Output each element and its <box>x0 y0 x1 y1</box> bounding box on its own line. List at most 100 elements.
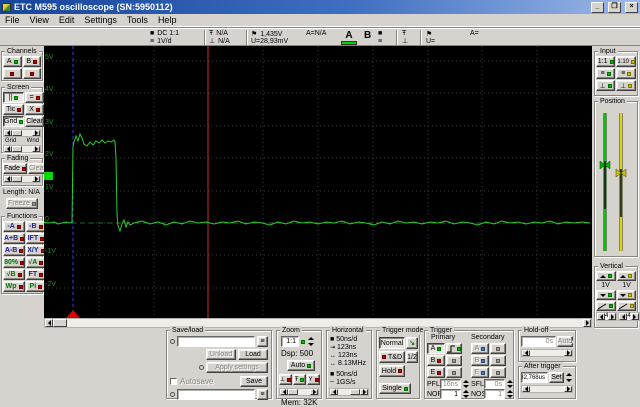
after-trigger-field[interactable]: 32,768us <box>521 372 548 383</box>
after-trigger-set-button[interactable]: Set <box>549 372 564 383</box>
scroll-left-icon[interactable] <box>4 130 12 136</box>
input-b-coupling-button[interactable]: ≡ <box>616 68 636 79</box>
screen-vectors-button[interactable]: || <box>3 92 25 103</box>
trigger-hold-button[interactable]: Hold <box>379 365 405 377</box>
horizontal-scrollbar[interactable] <box>329 388 369 396</box>
function-ft-button[interactable]: FT <box>26 269 46 280</box>
spin-right-icon[interactable] <box>630 313 639 320</box>
scroll-left-icon[interactable] <box>522 386 530 392</box>
menu-item-file[interactable]: File <box>0 14 25 26</box>
close-button[interactable]: × <box>625 1 638 13</box>
function-neg-b-button[interactable]: -B <box>26 221 46 232</box>
fade-button[interactable]: Fade <box>3 163 27 174</box>
holdoff-scrollbar[interactable] <box>521 349 573 357</box>
vertical-b-spinner[interactable]: 4 <box>618 312 640 321</box>
screen-tic-button[interactable]: Tic <box>3 104 25 115</box>
menu-item-view[interactable]: View <box>25 14 54 26</box>
scroll-left-icon[interactable] <box>4 146 12 152</box>
sfl-field[interactable]: 0s <box>484 379 505 389</box>
minimize-button[interactable]: _ <box>591 1 604 13</box>
spin-left-icon[interactable] <box>619 313 628 320</box>
scroll-thumb[interactable] <box>12 146 22 152</box>
menu-item-edit[interactable]: Edit <box>54 14 80 26</box>
fading-scrollbar[interactable] <box>3 175 41 183</box>
zoom-scrollbar[interactable] <box>279 388 319 396</box>
vertical-a-slope-button[interactable] <box>596 301 616 311</box>
spin-left-icon[interactable] <box>597 313 605 320</box>
vertical-a-spinner[interactable]: 4 <box>596 312 618 321</box>
scroll-right-icon[interactable] <box>32 176 40 182</box>
spin-right-icon[interactable] <box>608 313 617 320</box>
channel-a-indicator[interactable]: A <box>340 29 358 46</box>
restore-button[interactable]: ❐ <box>608 1 621 13</box>
nop-field[interactable]: 1 <box>440 389 461 399</box>
input-b-ratio-button[interactable]: 1:10 <box>616 56 636 67</box>
trigger-tgd-button[interactable]: T&D <box>379 351 405 363</box>
zoom-spinner[interactable] <box>307 336 315 347</box>
autosave-checkbox[interactable] <box>170 378 177 385</box>
function-pi-button[interactable]: Pi <box>26 281 46 292</box>
screen-grid-button[interactable]: Grid <box>3 116 25 127</box>
scroll-left-icon[interactable] <box>4 176 12 182</box>
input-b-ground-button[interactable]: ⊥ <box>616 80 636 91</box>
pfl-field[interactable]: 16ns <box>440 379 461 389</box>
function-wp-button[interactable]: Wp <box>3 281 26 292</box>
scroll-left-icon[interactable] <box>522 350 530 356</box>
screen-lines-button[interactable]: = <box>25 92 44 103</box>
scroll-right-icon[interactable] <box>564 350 572 356</box>
scroll-thumb[interactable] <box>12 176 22 182</box>
trigger-cursor-button[interactable]: ↘ <box>406 337 418 349</box>
channel-b-button[interactable]: B <box>22 56 41 67</box>
screen-x-button[interactable]: X <box>25 104 44 115</box>
channel-b-option-button[interactable] <box>22 68 41 79</box>
function-ift-button[interactable]: IFT <box>26 233 46 244</box>
menu-item-help[interactable]: Help <box>153 14 182 26</box>
scroll-right-icon[interactable] <box>360 389 368 395</box>
menu-item-settings[interactable]: Settings <box>79 14 122 26</box>
zoom-cursor-left-button[interactable]: ⊥ <box>279 374 292 385</box>
scroll-thumb[interactable] <box>53 319 67 327</box>
scroll-left-icon[interactable] <box>45 319 53 327</box>
load-file-input[interactable] <box>177 336 255 347</box>
function-a-minus-b-button[interactable]: A-B <box>3 245 26 256</box>
load-button[interactable]: Load <box>238 349 268 360</box>
input-a-ratio-button[interactable]: 1:1 <box>596 56 616 67</box>
trigger-single-button[interactable]: Single <box>379 383 411 394</box>
screen-clear-button[interactable]: Clear <box>25 116 44 127</box>
zoom-ratio-field[interactable]: 1:1 <box>281 336 299 347</box>
zoom-auto-button[interactable]: Auto <box>287 360 315 371</box>
scope-display[interactable]: 5V 4V 3V 2V 1V 0 -1V -2V <box>43 46 592 318</box>
function-80pct-button[interactable]: 80% <box>3 257 26 268</box>
pfl-spinner[interactable] <box>462 379 470 389</box>
load-file-dropdown-button[interactable]: ≡ <box>257 336 268 347</box>
function-neg-a-button[interactable]: -A <box>3 221 26 232</box>
scroll-right-icon[interactable] <box>32 130 40 136</box>
save-file-dropdown-button[interactable]: ≡ <box>257 389 268 400</box>
scroll-left-icon[interactable] <box>330 389 338 395</box>
vertical-b-slope-button[interactable] <box>616 301 636 311</box>
function-sqrt-b-button[interactable]: √B <box>3 269 26 280</box>
scroll-thumb[interactable] <box>350 389 360 395</box>
nos-spinner[interactable] <box>506 389 514 399</box>
scope-hscrollbar[interactable] <box>44 318 592 328</box>
zoom-cursor-center-button[interactable]: Ŧ <box>293 374 306 385</box>
primary-source-a-button[interactable]: A <box>427 343 445 354</box>
sfl-spinner[interactable] <box>506 379 514 389</box>
vertical-b-down-button[interactable] <box>616 290 636 300</box>
save-file-input[interactable] <box>177 389 255 400</box>
trigger-half-button[interactable]: 1/2 <box>406 351 418 363</box>
primary-source-e-button[interactable]: E <box>427 367 445 378</box>
vertical-a-down-button[interactable] <box>596 290 616 300</box>
function-xy-button[interactable]: X/Y <box>26 245 46 256</box>
save-button[interactable]: Save <box>240 376 268 387</box>
zoom-cursor-right-button[interactable]: Y <box>307 374 320 385</box>
scroll-thumb[interactable] <box>288 389 298 395</box>
trigger-position-marker[interactable] <box>66 310 80 318</box>
channel-b-indicator[interactable]: B <box>364 29 376 46</box>
nop-spinner[interactable] <box>462 389 470 399</box>
nos-field[interactable]: 1 <box>484 389 505 399</box>
window-intensity-scrollbar[interactable] <box>3 145 41 153</box>
scroll-right-icon[interactable] <box>583 319 591 327</box>
vertical-a-up-button[interactable] <box>596 271 616 281</box>
vertical-b-up-button[interactable] <box>616 271 636 281</box>
